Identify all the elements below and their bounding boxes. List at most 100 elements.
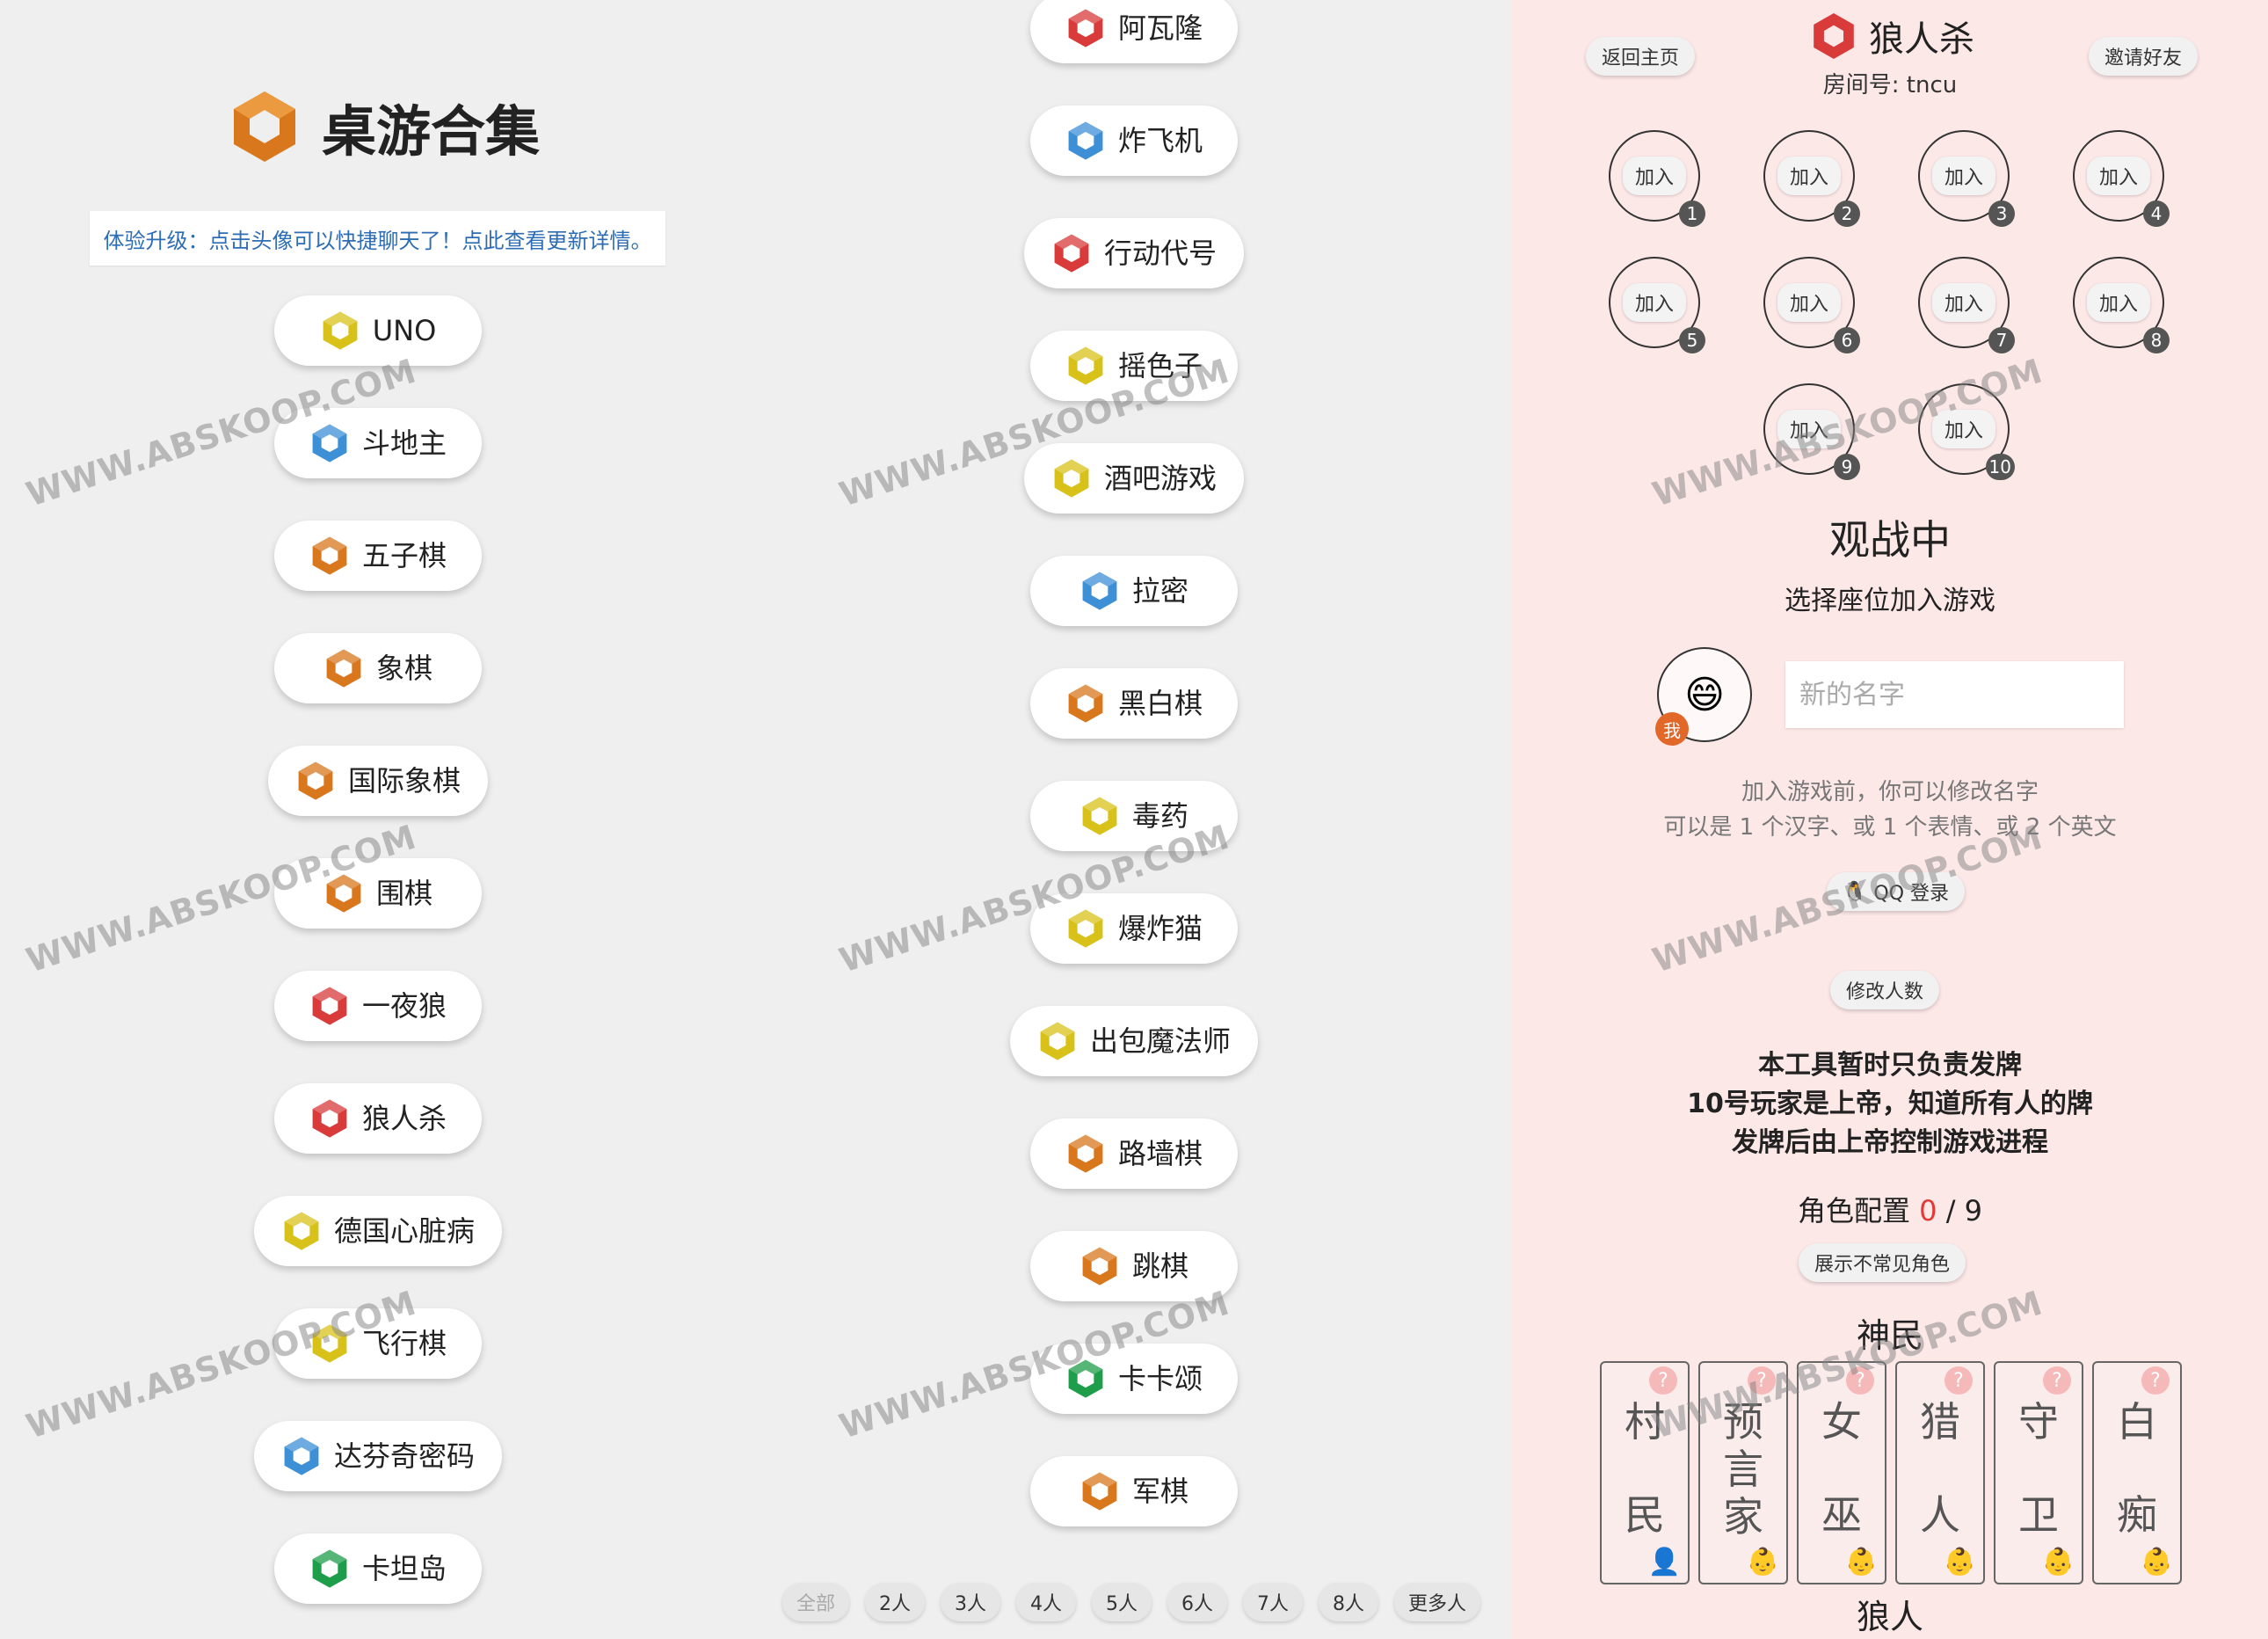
game-button[interactable]: 毒药 <box>1030 781 1238 851</box>
role-help-icon[interactable]: ? <box>1846 1366 1874 1395</box>
join-seat-button[interactable]: 加入 <box>1622 157 1687 195</box>
game-button[interactable]: 飞行棋 <box>274 1308 482 1379</box>
red-hexagon-icon <box>309 986 350 1026</box>
filter-chip[interactable]: 8人 <box>1319 1583 1379 1621</box>
join-seat-button[interactable]: 加入 <box>1777 410 1842 448</box>
seat-7[interactable]: 加入 7 <box>1918 257 2015 353</box>
yellow-hexagon-icon <box>1065 346 1106 386</box>
join-seat-button[interactable]: 加入 <box>1931 283 1996 322</box>
yellow-hexagon-icon <box>1079 796 1120 836</box>
join-seat-button[interactable]: 加入 <box>1777 283 1842 322</box>
game-button[interactable]: 达芬奇密码 <box>254 1421 502 1491</box>
game-name: 狼人杀 <box>361 1102 447 1135</box>
game-button[interactable]: 跳棋 <box>1030 1231 1238 1301</box>
game-button[interactable]: 黑白棋 <box>1030 668 1238 739</box>
werewolf-room-panel: 返回主页 邀请好友 狼人杀 房间号: tncu 加入 1 加入 2 加入 3 加入 4 加入 5 加… <box>1512 0 2268 1639</box>
game-button[interactable]: 象棋 <box>274 633 482 703</box>
new-name-input[interactable] <box>1785 661 2124 728</box>
seat-9[interactable]: 加入 9 <box>1763 383 1860 480</box>
role-card[interactable]: ? 守卫 👶 <box>1994 1361 2083 1584</box>
filter-chip[interactable]: 7人 <box>1243 1583 1304 1621</box>
game-button[interactable]: 斗地主 <box>274 408 482 478</box>
game-name: 象棋 <box>375 652 433 685</box>
role-card[interactable]: ? 女巫 👶 <box>1797 1361 1886 1584</box>
role-config-line: 角色配置 0 / 9 <box>1512 1189 2268 1229</box>
role-help-icon[interactable]: ? <box>1748 1366 1776 1395</box>
game-button[interactable]: 出包魔法师 <box>1010 1006 1258 1076</box>
game-button[interactable]: 军棋 <box>1030 1456 1238 1526</box>
game-button[interactable]: 卡卡颂 <box>1030 1344 1238 1414</box>
role-help-icon[interactable]: ? <box>2141 1366 2170 1395</box>
join-seat-button[interactable]: 加入 <box>2086 157 2151 195</box>
filter-chip[interactable]: 3人 <box>941 1583 1001 1621</box>
role-card[interactable]: ? 预言家 👶 <box>1698 1361 1788 1584</box>
game-button[interactable]: 行动代号 <box>1024 218 1244 288</box>
role-help-icon[interactable]: ? <box>1649 1366 1677 1395</box>
role-card[interactable]: ? 村民 👤 <box>1600 1361 1690 1584</box>
app-header: 桌游合集 <box>230 88 540 165</box>
game-button[interactable]: 狼人杀 <box>274 1083 482 1154</box>
filter-chip[interactable]: 5人 <box>1092 1583 1152 1621</box>
werewolf-game-icon <box>1814 12 1854 60</box>
update-notice[interactable]: 体验升级：点击头像可以快捷聊天了！点此查看更新详情。 <box>90 211 665 266</box>
seat-8[interactable]: 加入 8 <box>2073 257 2170 353</box>
show-rare-roles-button[interactable]: 展示不常见角色 <box>1799 1243 1966 1282</box>
role-help-icon[interactable]: ? <box>1945 1366 1973 1395</box>
role-name: 守卫 <box>1995 1398 2082 1539</box>
game-button[interactable]: 一夜狼 <box>274 971 482 1041</box>
seat-4[interactable]: 加入 4 <box>2073 130 2170 227</box>
game-button[interactable]: 酒吧游戏 <box>1024 443 1244 514</box>
filter-chip[interactable]: 更多人 <box>1394 1583 1481 1621</box>
my-avatar[interactable]: 😄 我 <box>1655 647 1752 746</box>
filter-chip[interactable]: 2人 <box>865 1583 926 1621</box>
seat-3[interactable]: 加入 3 <box>1918 130 2015 227</box>
join-seat-button[interactable]: 加入 <box>2086 283 2151 322</box>
game-button[interactable]: 德国心脏病 <box>254 1196 502 1266</box>
info-line-2: 10号玩家是上帝，知道所有人的牌 <box>1687 1089 2093 1119</box>
join-seat-button[interactable]: 加入 <box>1622 283 1687 322</box>
role-card[interactable]: ? 猎人 👶 <box>1895 1361 1985 1584</box>
game-name: 飞行棋 <box>361 1327 447 1360</box>
game-name: 斗地主 <box>361 426 447 460</box>
role-name: 女巫 <box>1799 1398 1885 1539</box>
seat-number-badge: 3 <box>1988 200 2015 227</box>
game-button[interactable]: 路墙棋 <box>1030 1118 1238 1189</box>
join-seat-button[interactable]: 加入 <box>1931 157 1996 195</box>
seat-number-badge: 9 <box>1834 454 1860 480</box>
seat-10[interactable]: 加入 10 <box>1918 383 2015 480</box>
game-button[interactable]: 摇色子 <box>1030 331 1238 401</box>
seat-1[interactable]: 加入 1 <box>1609 130 1705 227</box>
filter-chip[interactable]: 6人 <box>1167 1583 1228 1621</box>
game-button[interactable]: 围棋 <box>274 858 482 929</box>
join-seat-button[interactable]: 加入 <box>1777 157 1842 195</box>
game-button[interactable]: 阿瓦隆 <box>1030 0 1238 63</box>
villager-group-title: 神民 <box>1856 1316 1923 1355</box>
game-button[interactable]: 卡坦岛 <box>274 1533 482 1604</box>
role-name-char: 巫 <box>1821 1491 1862 1539</box>
role-name-char: 家 <box>1723 1493 1763 1541</box>
app-logo-icon <box>234 91 295 162</box>
game-name: UNO <box>372 314 437 347</box>
role-help-icon[interactable]: ? <box>2043 1366 2071 1395</box>
game-button[interactable]: UNO <box>274 295 482 366</box>
filter-chip[interactable]: 4人 <box>1016 1583 1077 1621</box>
game-button[interactable]: 五子棋 <box>274 521 482 591</box>
seat-6[interactable]: 加入 6 <box>1763 257 1860 353</box>
game-button[interactable]: 国际象棋 <box>268 746 488 816</box>
player-count-filters: 全部 2人 3人 4人 5人 6人 7人 8人 更多人 <box>782 1583 1481 1621</box>
seat-2[interactable]: 加入 2 <box>1763 130 1860 227</box>
blue-hexagon-icon <box>1079 571 1120 611</box>
game-button[interactable]: 爆炸猫 <box>1030 893 1238 964</box>
game-button[interactable]: 炸飞机 <box>1030 106 1238 176</box>
game-name: 德国心脏病 <box>333 1214 475 1248</box>
game-button[interactable]: 拉密 <box>1030 556 1238 626</box>
info-line-3: 发牌后由上帝控制游戏进程 <box>1732 1127 2048 1158</box>
join-seat-button[interactable]: 加入 <box>1931 410 1996 448</box>
seat-5[interactable]: 加入 5 <box>1609 257 1705 353</box>
seat-number-badge: 5 <box>1679 327 1705 353</box>
change-player-count-button[interactable]: 修改人数 <box>1830 971 1940 1009</box>
qq-login-button[interactable]: 🐧 QQ 登录 <box>1827 872 1966 911</box>
role-card[interactable]: ? 白痴 👶 <box>2092 1361 2182 1584</box>
filter-chip[interactable]: 全部 <box>782 1583 850 1621</box>
game-name: 摇色子 <box>1117 349 1203 382</box>
